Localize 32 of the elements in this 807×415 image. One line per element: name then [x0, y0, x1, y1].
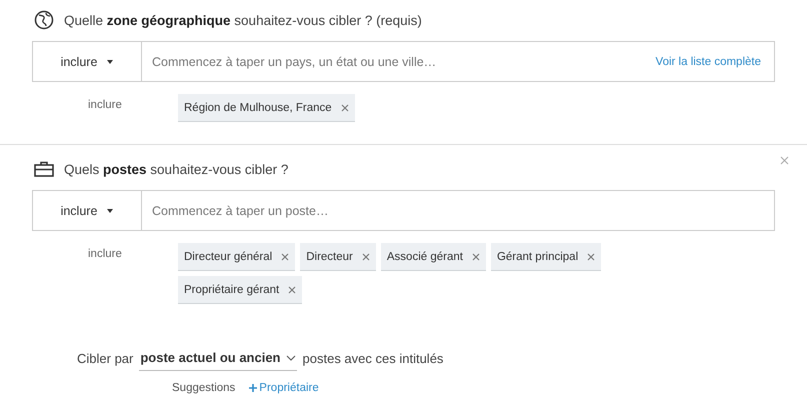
target-prefix: Cibler par — [77, 351, 134, 366]
tag-chip[interactable]: Gérant principal — [490, 243, 602, 271]
include-dropdown[interactable]: inclure — [32, 41, 142, 82]
remove-icon[interactable] — [281, 252, 290, 260]
remove-icon[interactable] — [472, 252, 480, 260]
section-heading: Quelle zone géographique souhaitez-vous cibler ? (requis) — [64, 12, 422, 28]
remove-icon[interactable] — [362, 252, 370, 260]
search-field[interactable]: Commencez à taper un pays, un état ou une ville… Voir la liste complète — [142, 41, 775, 82]
close-icon[interactable] — [780, 156, 789, 165]
remove-icon[interactable] — [288, 286, 296, 294]
suggestion-link[interactable]: Propriétaire — [249, 382, 319, 394]
position-dropdown[interactable]: poste actuel ou ancien — [139, 346, 297, 371]
include-label: inclure — [87, 247, 123, 262]
tag-chip[interactable]: Directeur général — [178, 243, 296, 271]
section-heading: Quels postes souhaitez-vous cibler ? — [64, 162, 288, 176]
tag-chip[interactable]: Directeur — [300, 243, 376, 271]
tag-chip[interactable]: Région de Mulhouse, France — [178, 94, 355, 122]
full-list-link[interactable]: Voir la liste complète — [656, 56, 761, 68]
remove-icon[interactable] — [340, 104, 349, 112]
tag-chip[interactable]: Propriétaire gérant — [178, 276, 302, 304]
include-label: inclure — [87, 98, 123, 113]
caret-icon — [107, 60, 114, 64]
globe-icon — [34, 10, 54, 30]
chevron-icon — [286, 354, 296, 360]
plus-icon — [249, 384, 258, 392]
tag-chip[interactable]: Associé gérant — [380, 243, 486, 271]
suggestions-label: Suggestions — [172, 382, 236, 394]
include-dropdown[interactable]: inclure — [32, 190, 142, 231]
briefcase-icon — [34, 161, 54, 177]
remove-icon[interactable] — [587, 252, 596, 260]
caret-icon — [107, 208, 114, 212]
target-suffix: postes avec ces intitulés — [302, 351, 444, 366]
